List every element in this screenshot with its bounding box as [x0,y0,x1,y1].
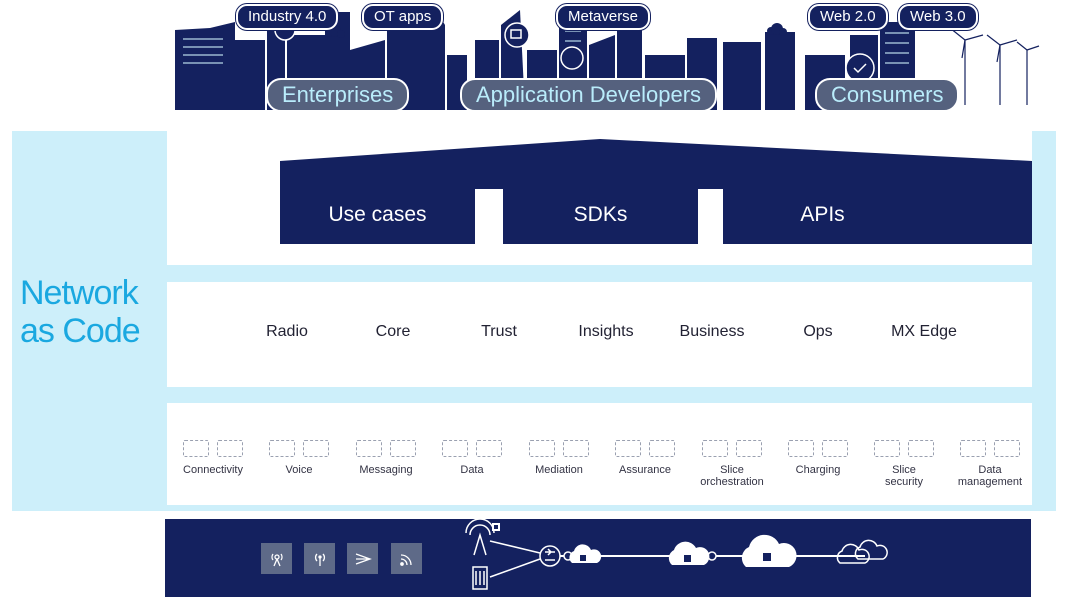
tag-web-2-0: Web 2.0 [808,4,888,30]
capability-slice-security: Slice security [861,440,947,488]
block-sdks[interactable]: SDKs [503,186,698,244]
network-topology [465,519,888,590]
placeholder-box [269,440,295,457]
placeholder-box [615,440,641,457]
domain-mx-edge: MX Edge [891,323,957,340]
capability-label: Assurance [619,464,671,476]
tag-ot-apps: OT apps [362,4,444,30]
block-sdks-label: SDKs [573,203,628,226]
antenna-icon [261,543,292,574]
placeholder-box [303,440,329,457]
placeholder-box [563,440,589,457]
capability-label-2: security [885,476,923,488]
capability-label: Slice [720,464,744,476]
capability-assurance: Assurance [602,440,688,476]
placeholder-box [994,440,1020,457]
capability-connectivity: Connectivity [170,440,256,476]
block-use-cases[interactable]: Use cases [280,186,475,244]
domain-core: Core [375,323,411,340]
block-use-cases-label: Use cases [328,203,427,226]
capability-data-management: Data management [947,440,1033,488]
placeholder-box [736,440,762,457]
placeholder-box [788,440,814,457]
audience-application-developers: Application Developers [460,78,718,112]
tag-web-3-0: Web 3.0 [898,4,978,30]
tag-metaverse: Metaverse [556,4,651,30]
placeholder-box [529,440,555,457]
wifi-icon [391,543,422,574]
placeholder-box [390,440,416,457]
placeholder-box [702,440,728,457]
capability-label: Charging [795,464,841,476]
capability-voice: Voice [256,440,342,476]
audience-enterprises: Enterprises [266,78,410,112]
placeholder-box [183,440,209,457]
placeholder-box [960,440,986,457]
block-apis[interactable]: APIs [723,186,1032,244]
tag-industry-4-0: Industry 4.0 [236,4,339,30]
capability-label: Slice [892,464,916,476]
send-icon [347,543,378,574]
capability-label-2: management [957,476,1023,488]
capability-messaging: Messaging [343,440,429,476]
placeholder-box [822,440,848,457]
placeholder-box [476,440,502,457]
roof-shape [280,139,1032,189]
capability-slice-orchestration: Slice orchestration [689,440,775,488]
placeholder-box [908,440,934,457]
placeholder-box [217,440,243,457]
capability-label: Voice [285,464,313,476]
capability-label: Data [978,464,1002,476]
capability-label: Connectivity [183,464,243,476]
domain-ops: Ops [803,323,833,340]
capability-label: Mediation [535,464,583,476]
audience-consumers: Consumers [815,78,960,112]
capability-charging: Charging [775,440,861,476]
title-line-2: as Code [20,312,141,350]
domain-business: Business [679,323,745,340]
capability-label: Messaging [359,464,413,476]
capability-mediation: Mediation [516,440,602,476]
capability-label-2: orchestration [700,476,764,488]
capability-data: Data [429,440,515,476]
domain-insights: Insights [578,323,634,340]
placeholder-box [356,440,382,457]
placeholder-box [442,440,468,457]
title-line-1: Network [20,274,139,312]
domain-radio: Radio [266,323,308,340]
block-apis-label: APIs [800,203,845,226]
capability-label: Data [460,464,484,476]
placeholder-box [649,440,675,457]
placeholder-box [874,440,900,457]
signal-icon [304,543,335,574]
domain-trust: Trust [481,323,517,340]
network-as-code-title: Network as Code [20,274,160,350]
